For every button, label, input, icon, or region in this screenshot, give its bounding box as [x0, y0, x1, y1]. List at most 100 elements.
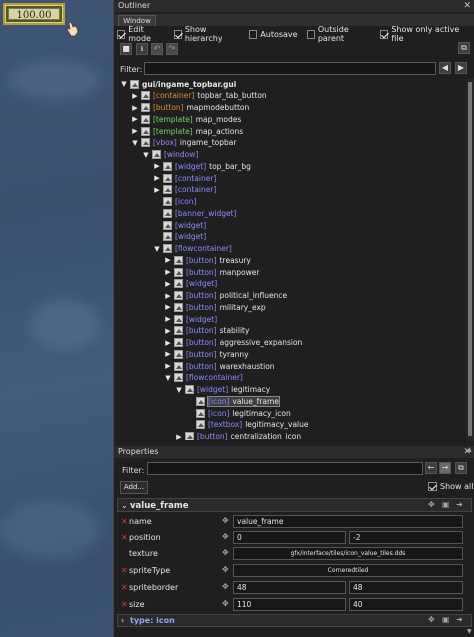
- property-value-input[interactable]: Corneredtiled: [233, 564, 463, 577]
- expanded-arrow-icon[interactable]: ▼: [120, 80, 128, 88]
- collapsed-arrow-icon[interactable]: ▶: [131, 127, 139, 135]
- type-duplicate-icon[interactable]: ▣: [442, 615, 450, 624]
- copy-icon[interactable]: ⧉: [458, 42, 470, 54]
- tree-node[interactable]: ▼ [flowcontainer]: [164, 372, 246, 384]
- drag-handle-icon[interactable]: ✥: [222, 548, 229, 557]
- tree-node[interactable]: ▶ [button] manpower: [164, 266, 259, 278]
- remove-property-icon[interactable]: ✕: [121, 583, 128, 592]
- filter-next-arrow-icon[interactable]: →: [439, 462, 451, 474]
- tree-node[interactable]: [textbox] legitimacy_value: [186, 419, 309, 431]
- add-property-button[interactable]: Add...: [120, 481, 148, 494]
- checkbox-3[interactable]: [306, 29, 315, 39]
- expand-chevron-icon[interactable]: ›: [121, 616, 124, 625]
- tree-node[interactable]: [banner_widget]: [153, 207, 239, 219]
- type-goto-icon[interactable]: ➜: [456, 615, 463, 624]
- tree-node[interactable]: ▶ [button] stability: [164, 325, 249, 337]
- tree-node[interactable]: ▶ [button] warexhaustion: [164, 360, 275, 372]
- collapsed-arrow-icon[interactable]: ▶: [164, 315, 172, 323]
- checkbox-1[interactable]: [173, 29, 182, 39]
- tree-node[interactable]: ▼ gui/ingame_topbar.gui: [120, 78, 236, 90]
- expanded-arrow-icon[interactable]: ▼: [142, 151, 150, 159]
- expanded-arrow-icon[interactable]: ▼: [131, 139, 139, 147]
- property-value-input[interactable]: 0: [233, 531, 346, 544]
- scrollbar-thumb[interactable]: [468, 82, 472, 436]
- tree-node[interactable]: ▶ [button] military_exp: [164, 301, 266, 313]
- tree-node[interactable]: [widget]: [153, 231, 209, 243]
- checkbox-4[interactable]: [380, 29, 389, 39]
- save-icon[interactable]: ■: [120, 43, 132, 55]
- outliner-filter-input[interactable]: [144, 62, 436, 75]
- properties-scroll-down-icon[interactable]: ▼: [467, 628, 473, 636]
- tree-node[interactable]: ▶ [template] map_actions: [131, 125, 243, 137]
- collapsed-arrow-icon[interactable]: ▶: [164, 350, 172, 358]
- checkbox-2[interactable]: [249, 29, 258, 39]
- move-icon[interactable]: ✥: [428, 500, 435, 509]
- collapsed-arrow-icon[interactable]: ▶: [131, 92, 139, 100]
- tree-node[interactable]: ▶ [button] aggressive_expansion: [164, 337, 302, 349]
- object-header[interactable]: ⌄ value_frame ✥ ▣ ➜: [117, 498, 472, 512]
- goto-icon[interactable]: ➜: [456, 500, 463, 509]
- type-section[interactable]: › type: icon ✥ ▣ ➜: [117, 614, 472, 627]
- tree-node[interactable]: ▼ [flowcontainer]: [153, 243, 235, 255]
- collapsed-arrow-icon[interactable]: ▶: [164, 280, 172, 288]
- tree-node[interactable]: [icon] legitimacy_icon: [186, 407, 291, 419]
- tree-node[interactable]: ▼ [window]: [142, 149, 201, 161]
- collapsed-arrow-icon[interactable]: ▶: [131, 115, 139, 123]
- collapse-chevron-icon[interactable]: ⌄: [121, 501, 128, 510]
- expanded-arrow-icon[interactable]: ▼: [153, 245, 161, 253]
- show-all-toggle[interactable]: Show all: [428, 482, 473, 491]
- remove-property-icon[interactable]: ✕: [121, 600, 128, 609]
- tree-node[interactable]: [widget]: [153, 219, 209, 231]
- outliner-scrollbar[interactable]: [466, 78, 474, 441]
- redo-icon[interactable]: ↷: [166, 43, 178, 55]
- collapsed-arrow-icon[interactable]: ▶: [164, 268, 172, 276]
- collapsed-arrow-icon[interactable]: ▶: [164, 303, 172, 311]
- tree-node[interactable]: [icon] value_frame: [186, 395, 280, 407]
- filter-next-icon[interactable]: ▶: [455, 62, 467, 74]
- download-icon[interactable]: ⭳: [136, 43, 148, 55]
- close-icon[interactable]: ✕: [463, 0, 471, 12]
- show-all-checkbox[interactable]: [428, 482, 437, 491]
- tree-node[interactable]: [icon]: [153, 196, 199, 208]
- tree-node[interactable]: ▶ [container]: [153, 172, 219, 184]
- copy-properties-icon[interactable]: ⧉: [455, 462, 467, 474]
- drag-handle-icon[interactable]: ✥: [222, 565, 229, 574]
- tree-node[interactable]: ▶ [button] political_influence: [164, 290, 287, 302]
- tree-node[interactable]: ▶ [widget]: [164, 313, 220, 325]
- expanded-arrow-icon[interactable]: ▼: [175, 386, 183, 394]
- property-value-input[interactable]: value_frame: [233, 515, 463, 528]
- remove-property-icon[interactable]: ✕: [121, 517, 128, 526]
- collapsed-arrow-icon[interactable]: ▶: [164, 362, 172, 370]
- property-value-input-2[interactable]: 48: [349, 581, 463, 594]
- collapsed-arrow-icon[interactable]: ▶: [164, 339, 172, 347]
- property-value-input-2[interactable]: -2: [349, 531, 463, 544]
- drag-handle-icon[interactable]: ✥: [222, 516, 229, 525]
- remove-property-icon[interactable]: ✕: [121, 566, 128, 575]
- collapsed-arrow-icon[interactable]: ▶: [153, 174, 161, 182]
- clear-filter-icon[interactable]: ◀: [439, 62, 451, 74]
- property-value-input-2[interactable]: 40: [349, 598, 463, 611]
- collapsed-arrow-icon[interactable]: ▶: [164, 256, 172, 264]
- collapsed-arrow-icon[interactable]: ▶: [131, 104, 139, 112]
- drag-handle-icon[interactable]: ✥: [222, 599, 229, 608]
- property-value-input[interactable]: gfx/interface/tiles/icon_value_tiles.dds: [233, 547, 463, 560]
- properties-scroll-up-icon[interactable]: ▲: [467, 446, 473, 454]
- drag-handle-icon[interactable]: ✥: [222, 582, 229, 591]
- expanded-arrow-icon[interactable]: ▼: [164, 374, 172, 382]
- collapsed-arrow-icon[interactable]: ▶: [153, 186, 161, 194]
- tree-node[interactable]: ▼ [widget] legitimacy: [175, 384, 270, 396]
- remove-property-icon[interactable]: ✕: [121, 533, 128, 542]
- property-value-input[interactable]: 110: [233, 598, 346, 611]
- type-move-icon[interactable]: ✥: [428, 615, 435, 624]
- tree-node[interactable]: ▶ [template] map_modes: [131, 113, 241, 125]
- tree-node[interactable]: ▶ [container]: [153, 184, 219, 196]
- tree-node[interactable]: ▶ [button] tyranny: [164, 348, 249, 360]
- duplicate-icon[interactable]: ▣: [442, 500, 450, 509]
- tree-node[interactable]: ▶ [widget] top_bar_bg: [153, 160, 251, 172]
- collapsed-arrow-icon[interactable]: ▶: [164, 327, 172, 335]
- property-value-input[interactable]: 48: [233, 581, 346, 594]
- tree-node[interactable]: ▶ [button] mapmodebutton: [131, 102, 249, 114]
- tree-node[interactable]: ▼ [vbox] ingame_topbar: [131, 137, 236, 149]
- collapsed-arrow-icon[interactable]: ▶: [153, 162, 161, 170]
- checkbox-0[interactable]: [117, 29, 126, 39]
